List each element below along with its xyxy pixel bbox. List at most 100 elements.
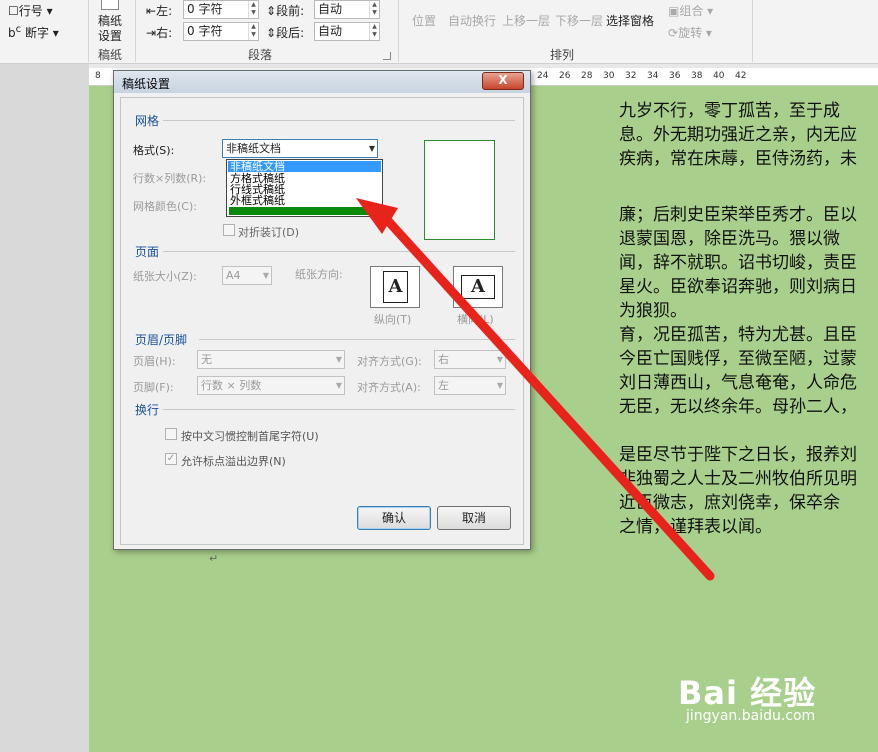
space-before-input[interactable]: 自动 ▲ ▼ — [314, 0, 380, 19]
ruler-mark: 32 — [625, 71, 637, 81]
format-option[interactable]: 外框式稿纸 — [228, 195, 381, 206]
paper-settings-button[interactable]: 稿纸 设置 — [95, 0, 127, 44]
ruler-mark: 34 — [647, 71, 659, 81]
paragraph-dialog-launcher[interactable] — [383, 52, 391, 60]
footer-select[interactable]: 行数 × 列数 ▼ — [197, 376, 345, 395]
paper-size-select[interactable]: A4 ▼ — [222, 266, 272, 285]
dialog-body: 网格 格式(S): 非稿纸文档 ▼ 行数×列数(R): 网格颜色(C): 对折装… — [120, 97, 524, 545]
space-before-label: ⇕段前: — [266, 4, 305, 18]
document-line: 非独蜀之人士及二州牧伯所见明 — [619, 469, 857, 489]
ruler-mark: 42 — [735, 71, 747, 81]
ruler-mark: 38 — [691, 71, 703, 81]
line-number-label: 行号 — [18, 4, 43, 18]
document-line: 近臣微志，庶刘侥幸，保卒余 — [619, 493, 840, 513]
format-option[interactable]: 非稿纸文档 — [228, 161, 381, 172]
format-label: 格式(S): — [133, 144, 175, 157]
chevron-down-icon: ▼ — [335, 381, 342, 390]
fold-binding-label: 对折装订(D) — [238, 226, 300, 239]
hyphenation-label: 断字 — [24, 26, 49, 40]
ribbon: ☐行号 ▾ bc 断字 ▾ 稿纸 设置 稿纸 ⇤左: 0 字符 ▲ ▼ ⇥右: 0 … — [0, 0, 878, 64]
checkmark-icon: ✓ — [166, 453, 176, 464]
punct-control-checkbox[interactable] — [165, 428, 177, 440]
document-line: 闻，辞不就职。诏书切峻，责臣 — [619, 253, 857, 273]
align-footer-select[interactable]: 左 ▼ — [434, 376, 506, 395]
chevron-down-icon: ▼ — [496, 381, 503, 390]
document-line: 之情，谨拜表以闻。 — [619, 517, 772, 537]
indent-left-input[interactable]: 0 字符 ▲ ▼ — [183, 0, 259, 19]
baidu-jingyan-watermark: Bai 经验 jingyan.baidu.com — [678, 668, 816, 724]
paper-size-value: A4 — [226, 269, 241, 282]
document-line: 是臣尽节于陛下之日长，报养刘 — [619, 445, 857, 465]
align-footer-value: 左 — [438, 379, 449, 392]
space-after-label: ⇕段后: — [266, 26, 305, 40]
watermark-url: jingyan.baidu.com — [686, 708, 816, 724]
paper-settings-label-2: 设置 — [98, 29, 123, 43]
portrait-icon: A — [383, 271, 408, 303]
group-objects-button[interactable]: ▣组合 ▾ — [668, 2, 713, 19]
format-select-value: 非稿纸文档 — [226, 142, 281, 155]
header-select[interactable]: 无 ▼ — [197, 350, 345, 369]
selection-pane-button[interactable]: 选择窗格 — [606, 12, 654, 29]
document-line: 退蒙国恩，除臣洗马。猥以微 — [619, 229, 840, 249]
ruler-mark: 8 — [95, 71, 101, 81]
section-title-line-break: 换行 — [135, 403, 160, 417]
document-margin-left — [0, 64, 89, 752]
align-header-label: 对齐方式(G): — [357, 355, 422, 368]
document-line: 星火。臣欲奉诏奔驰，则刘病日 — [619, 277, 857, 297]
chevron-down-icon: ▼ — [496, 355, 503, 364]
document-line: 息。外无期功强近之亲，内无应 — [619, 125, 857, 145]
highlight-bar — [229, 207, 380, 215]
dialog-title: 稿纸设置 — [122, 77, 171, 91]
document-line: 无臣，无以终余年。母孙二人， — [619, 397, 857, 417]
document-line: 九岁不行，零丁孤苦，至于成 — [619, 101, 840, 121]
paper-icon — [101, 0, 119, 10]
indent-right-label: ⇥右: — [146, 26, 173, 40]
section-title-grid: 网格 — [135, 114, 160, 128]
landscape-button[interactable]: A — [453, 266, 503, 308]
space-after-input[interactable]: 自动 ▲ ▼ — [314, 22, 380, 41]
ruler-mark: 28 — [581, 71, 593, 81]
cancel-button[interactable]: 取消 — [437, 506, 511, 530]
section-title-header-footer: 页眉/页脚 — [135, 333, 188, 347]
hyphenation-button[interactable]: bc 断字 ▾ — [8, 24, 59, 41]
close-icon: X — [498, 73, 508, 87]
format-select[interactable]: 非稿纸文档 ▼ — [222, 139, 378, 158]
align-header-select[interactable]: 右 ▼ — [434, 350, 506, 369]
position-button[interactable]: 位置 — [412, 12, 436, 29]
paper-settings-dialog: 稿纸设置 X 网格 格式(S): 非稿纸文档 ▼ 行数×列数(R): 网格颜色(… — [113, 70, 531, 550]
dialog-title-bar[interactable]: 稿纸设置 X — [114, 71, 530, 93]
document-line: 今臣亡国贱俘，至微至陋，过蒙 — [619, 349, 857, 369]
line-number-button[interactable]: ☐行号 ▾ — [8, 2, 53, 19]
ok-button[interactable]: 确认 — [357, 506, 431, 530]
indent-right-input[interactable]: 0 字符 ▲ ▼ — [183, 22, 259, 41]
orientation-label: 纸张方向: — [295, 268, 343, 281]
portrait-label: 纵向(T) — [374, 313, 412, 326]
document-line: 育，况臣孤苦，特为尤甚。且臣 — [619, 325, 857, 345]
grid-color-label: 网格颜色(C): — [133, 200, 197, 213]
chevron-down-icon: ▼ — [262, 271, 269, 280]
landscape-label: 横向(L) — [457, 313, 494, 326]
section-divider — [163, 251, 515, 252]
send-backward-button[interactable]: 下移一层 — [555, 12, 603, 29]
chevron-down-icon: ▼ — [335, 355, 342, 364]
close-button[interactable]: X — [482, 72, 524, 90]
punct-control-label: 按中文习惯控制首尾字符(U) — [181, 430, 319, 443]
paper-size-label: 纸张大小(Z): — [133, 270, 197, 283]
section-title-page: 页面 — [135, 245, 160, 259]
rotate-button[interactable]: ⟳旋转 ▾ — [668, 24, 712, 41]
paper-preview — [424, 140, 495, 240]
document-line: 为狼狈。 — [619, 301, 687, 321]
portrait-button[interactable]: A — [370, 266, 420, 308]
ruler-mark: 24 — [537, 71, 549, 81]
bring-forward-button[interactable]: 上移一层 — [502, 12, 550, 29]
allow-overflow-checkbox[interactable]: ✓ — [165, 453, 177, 465]
landscape-icon: A — [461, 275, 495, 299]
group-label-paper: 稿纸 — [98, 48, 123, 62]
header-label: 页眉(H): — [133, 355, 176, 368]
document-line: 廉；后刺史臣荣举臣秀才。臣以 — [619, 205, 857, 225]
wrap-text-button[interactable]: 自动换行 — [448, 12, 496, 29]
fold-binding-checkbox[interactable] — [223, 224, 235, 236]
rows-cols-label: 行数×列数(R): — [133, 172, 207, 185]
ribbon-separator — [88, 0, 89, 62]
ruler-mark: 40 — [713, 71, 725, 81]
